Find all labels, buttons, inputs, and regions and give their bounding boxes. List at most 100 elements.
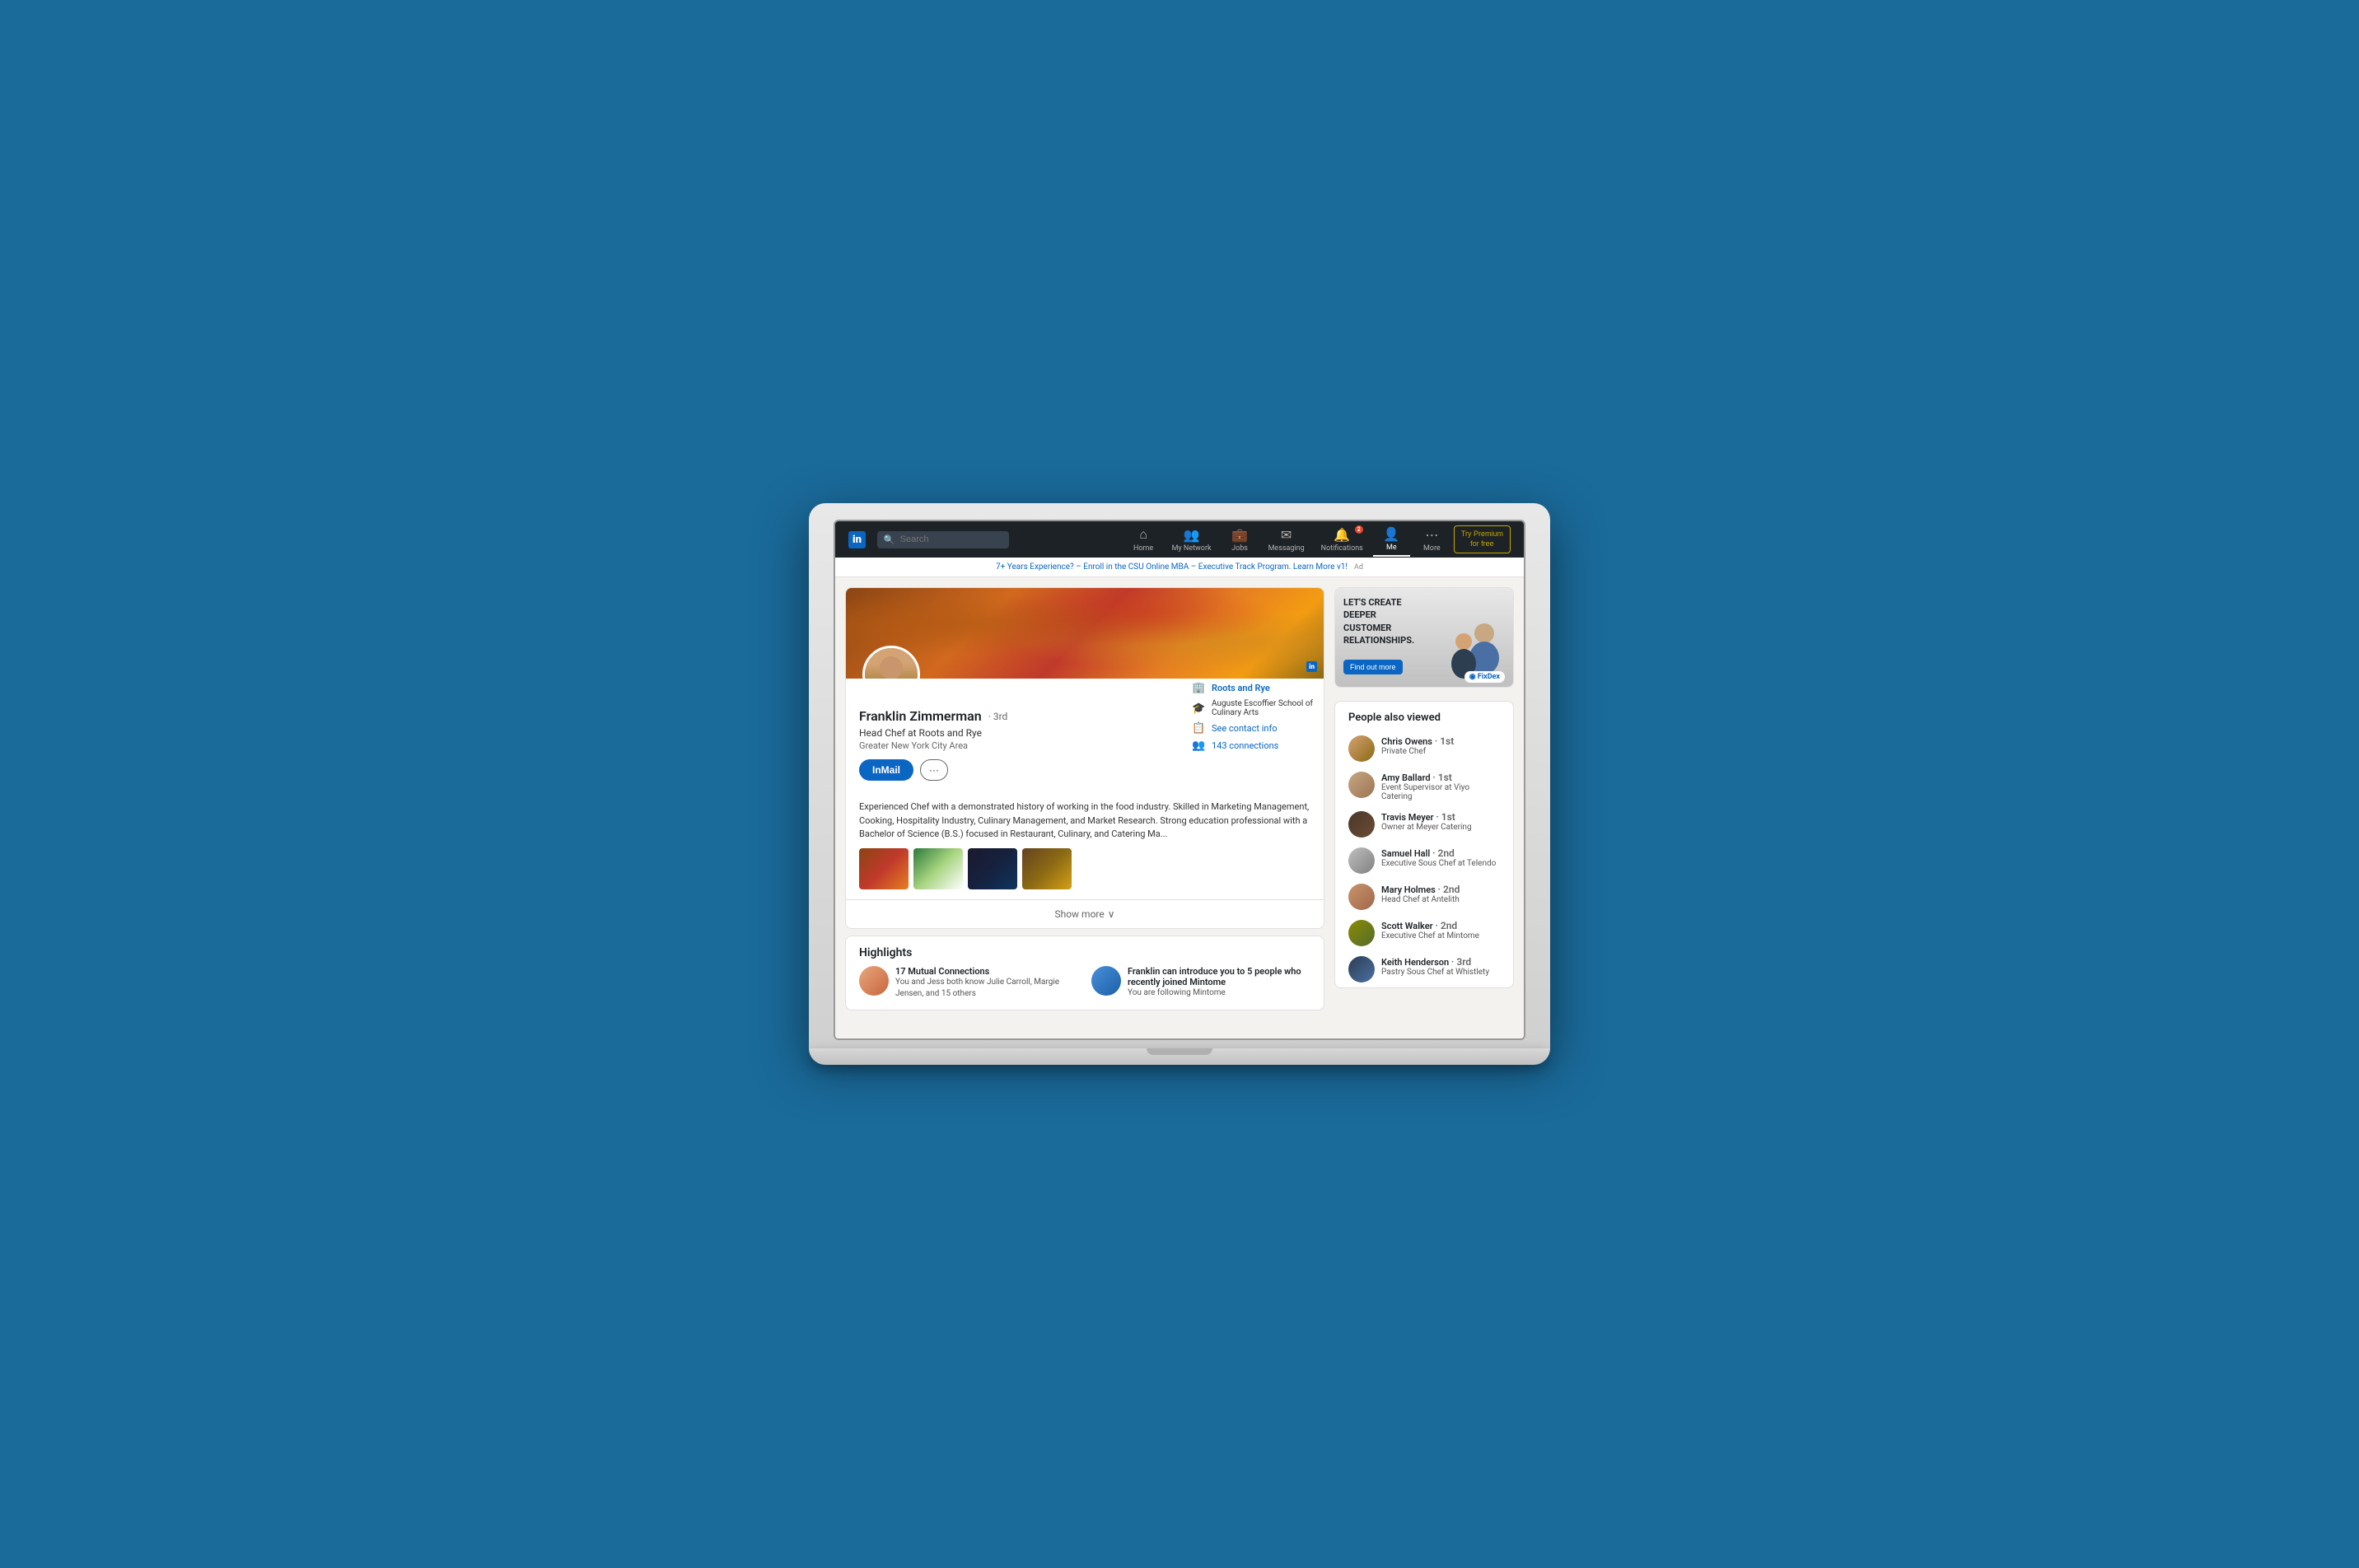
search-icon: 🔍 [884,534,895,545]
nav-label-my-network: My Network [1172,544,1212,553]
person-avatar-1 [1348,772,1375,798]
highlights-card: Highlights 17 Mutual Connections You and… [845,936,1324,1010]
nav-item-home[interactable]: ⌂ Home [1125,523,1162,556]
sidebar: LET'S CREATE DEEPER CUSTOMER RELATIONSHI… [1334,577,1524,1038]
profile-summary: Experienced Chef with a demonstrated his… [846,800,1324,848]
profile-card: in Franklin Zimmerman · 3rd Head Chef at… [845,587,1324,929]
ad-image: LET'S CREATE DEEPER CUSTOMER RELATIONSHI… [1335,588,1513,687]
main-content: in Franklin Zimmerman · 3rd Head Chef at… [835,577,1524,1038]
nav-item-jobs[interactable]: 💼 Jobs [1222,524,1259,556]
profile-left: Franklin Zimmerman · 3rd Head Chef at Ro… [846,679,1179,800]
nav-item-messaging[interactable]: ✉ Messaging [1262,524,1311,556]
inmail-button[interactable]: InMail [859,759,913,781]
person-avatar-3 [1348,847,1375,874]
more-options-button[interactable]: ··· [920,759,948,781]
person-avatar-2 [1348,811,1375,838]
person-title-2: Owner at Meyer Catering [1381,823,1500,832]
avatar [862,646,920,679]
highlight-item-1: Franklin can introduce you to 5 people w… [1091,966,1310,1000]
right-info-list: 🏢 Roots and Rye 🎓 Auguste Escoffier Scho… [1192,682,1324,762]
avatar-head [880,656,903,679]
person-title-4: Head Chef at Antelith [1381,895,1500,904]
employer-row: 🏢 Roots and Rye [1192,682,1324,694]
jobs-icon: 💼 [1231,527,1248,543]
person-item-1[interactable]: Amy Ballard · 1st Event Supervisor at Vi… [1335,767,1513,806]
person-title-3: Executive Sous Chef at Telendo [1381,859,1500,868]
highlight-item-0: 17 Mutual Connections You and Jess both … [859,966,1078,1000]
premium-sub: for free [1470,539,1494,548]
notification-badge: 2 [1355,525,1363,534]
profile-name-row: Franklin Zimmerman · 3rd [859,708,1165,724]
premium-button[interactable]: Try Premium for free [1454,525,1511,553]
notifications-icon: 🔔 [1334,527,1350,543]
highlight-avatar-0 [859,966,889,996]
nav-item-my-network[interactable]: 👥 My Network [1165,524,1218,556]
ad-banner-text[interactable]: 7+ Years Experience? – Enroll in the CSU… [996,562,1348,572]
profile-title: Head Chef at Roots and Rye [859,727,1165,739]
search-bar[interactable]: 🔍 [877,531,1009,548]
photo-4[interactable] [1022,848,1072,889]
more-icon: ⋯ [1425,527,1438,543]
profile-degree: · 3rd [988,711,1008,722]
building-icon: 🏢 [1192,682,1205,694]
me-icon: 👤 [1383,526,1399,542]
fixdex-icon: ◉ [1469,673,1478,681]
person-name-1: Amy Ballard · 1st [1381,772,1500,783]
highlight-text-1: Franklin can introduce you to 5 people w… [1128,966,1310,999]
person-info-2: Travis Meyer · 1st Owner at Meyer Cateri… [1381,811,1500,832]
avatar-image [865,648,918,679]
profile-photos [846,848,1324,899]
person-item-2[interactable]: Travis Meyer · 1st Owner at Meyer Cateri… [1335,806,1513,842]
nav-item-me[interactable]: 👤 Me [1373,523,1410,557]
photo-2[interactable] [913,848,963,889]
contact-info-link[interactable]: See contact info [1212,723,1278,734]
profile-location: Greater New York City Area [859,740,1165,751]
person-item-4[interactable]: Mary Holmes · 2nd Head Chef at Antelith [1335,879,1513,915]
nav-item-notifications[interactable]: 🔔 2 Notifications [1315,524,1370,556]
laptop-base [809,1048,1550,1065]
connections-count[interactable]: 143 connections [1212,740,1278,751]
messaging-icon: ✉ [1281,527,1292,543]
school-row: 🎓 Auguste Escoffier School of Culinary A… [1192,699,1324,717]
person-title-0: Private Chef [1381,747,1500,756]
person-item-3[interactable]: Samuel Hall · 2nd Executive Sous Chef at… [1335,842,1513,879]
fixdex-name: FixDex [1478,673,1500,681]
ad-card: LET'S CREATE DEEPER CUSTOMER RELATIONSHI… [1334,587,1514,688]
navbar: in 🔍 ⌂ Home 👥 My Network 💼 [835,521,1524,558]
school-icon: 🎓 [1192,702,1205,715]
person-info-0: Chris Owens · 1st Private Chef [1381,735,1500,756]
profile-details: Franklin Zimmerman · 3rd Head Chef at Ro… [846,679,1324,800]
linkedin-logo[interactable]: in [848,531,866,548]
person-item-6[interactable]: Keith Henderson · 3rd Pastry Sous Chef a… [1335,951,1513,987]
ad-cta-button[interactable]: Find out more [1343,660,1403,674]
nav-label-home: Home [1133,544,1153,553]
photo-1[interactable] [859,848,909,889]
people-also-viewed-card: People also viewed Chris Owens · 1st Pri… [1334,701,1514,988]
highlight-label-0: 17 Mutual Connections [895,966,1078,977]
show-more-button[interactable]: Show more ∨ [846,899,1324,928]
profile-info: Franklin Zimmerman · 3rd Head Chef at Ro… [846,679,1179,800]
nav-item-more[interactable]: ⋯ More [1413,524,1450,556]
linkedin-badge: in [1306,661,1317,672]
person-item-0[interactable]: Chris Owens · 1st Private Chef [1335,730,1513,767]
highlight-label-1: Franklin can introduce you to 5 people w… [1128,966,1310,987]
chevron-down-icon: ∨ [1108,908,1115,920]
person-avatar-4 [1348,884,1375,910]
premium-label: Try Premium [1461,530,1503,538]
my-network-icon: 👥 [1184,527,1200,543]
contact-row: 📋 See contact info [1192,722,1324,735]
person-title-6: Pastry Sous Chef at Whistlety [1381,968,1500,977]
person-info-1: Amy Ballard · 1st Event Supervisor at Vi… [1381,772,1500,801]
ad-label: Ad [1354,563,1363,572]
nav-label-messaging: Messaging [1268,544,1305,553]
person-name-3: Samuel Hall · 2nd [1381,847,1500,859]
profile-area: in Franklin Zimmerman · 3rd Head Chef at… [835,577,1334,1038]
search-input[interactable] [900,534,1002,544]
nav-label-more: More [1423,544,1441,553]
employer-name[interactable]: Roots and Rye [1212,683,1270,693]
person-name-2: Travis Meyer · 1st [1381,811,1500,823]
person-item-5[interactable]: Scott Walker · 2nd Executive Chef at Min… [1335,915,1513,951]
school-name[interactable]: Auguste Escoffier School of Culinary Art… [1212,699,1324,717]
profile-cover: in [846,588,1324,679]
photo-3[interactable] [968,848,1017,889]
